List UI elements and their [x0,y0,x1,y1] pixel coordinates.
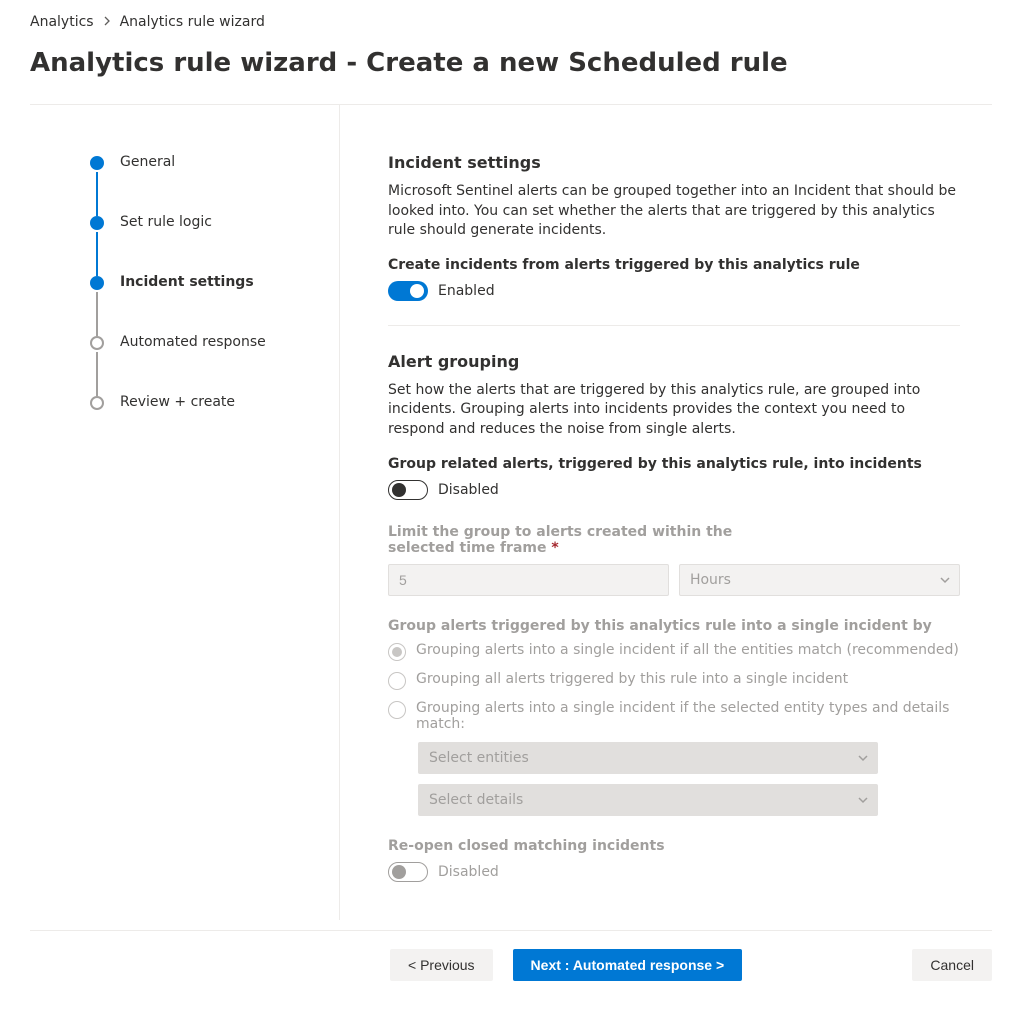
chevron-down-icon [857,794,869,806]
step-marker-icon [90,156,104,170]
chevron-right-icon [102,14,112,30]
wizard-footer: < Previous Next : Automated response > C… [30,930,992,981]
step-marker-icon [90,276,104,290]
step-automated-response[interactable]: Automated response [90,333,339,393]
radio-entities-match[interactable]: Grouping alerts into a single incident i… [388,642,960,661]
step-general[interactable]: General [90,153,339,213]
wizard-steps: General Set rule logic Incident settings… [30,105,340,920]
select-details-dropdown[interactable]: Select details [418,784,878,816]
radio-icon [388,672,406,690]
breadcrumb-root[interactable]: Analytics [30,14,94,30]
group-related-toggle[interactable] [388,480,428,500]
create-incidents-toggle[interactable] [388,281,428,301]
limit-timeframe-label: Limit the group to alerts created within… [388,524,960,556]
radio-icon [388,643,406,661]
chevron-down-icon [939,574,951,586]
section-divider [388,325,960,326]
create-incidents-state: Enabled [438,283,495,299]
reopen-toggle[interactable] [388,862,428,882]
step-set-rule-logic[interactable]: Set rule logic [90,213,339,273]
group-related-label: Group related alerts, triggered by this … [388,456,960,472]
cancel-button[interactable]: Cancel [912,949,992,981]
page-title: Analytics rule wizard - Create a new Sch… [30,48,992,78]
limit-value-input[interactable] [388,564,669,596]
chevron-down-icon [857,752,869,764]
step-marker-icon [90,216,104,230]
next-button[interactable]: Next : Automated response > [513,949,743,981]
alert-grouping-heading: Alert grouping [388,352,960,371]
step-marker-icon [90,336,104,350]
radio-all-alerts[interactable]: Grouping all alerts triggered by this ru… [388,671,960,690]
alert-grouping-description: Set how the alerts that are triggered by… [388,381,960,440]
incident-settings-heading: Incident settings [388,153,960,172]
limit-unit-dropdown[interactable]: Hours [679,564,960,596]
step-incident-settings[interactable]: Incident settings [90,273,339,333]
reopen-label: Re-open closed matching incidents [388,838,960,854]
radio-selected-types[interactable]: Grouping alerts into a single incident i… [388,700,960,732]
incident-settings-description: Microsoft Sentinel alerts can be grouped… [388,182,960,241]
reopen-state: Disabled [438,864,499,880]
single-incident-label: Group alerts triggered by this analytics… [388,618,960,634]
breadcrumb: Analytics Analytics rule wizard [30,14,992,30]
breadcrumb-current: Analytics rule wizard [120,14,265,30]
select-entities-dropdown[interactable]: Select entities [418,742,878,774]
step-review-create[interactable]: Review + create [90,393,339,411]
group-related-state: Disabled [438,482,499,498]
step-marker-icon [90,396,104,410]
radio-icon [388,701,406,719]
previous-button[interactable]: < Previous [390,949,493,981]
create-incidents-label: Create incidents from alerts triggered b… [388,257,960,273]
